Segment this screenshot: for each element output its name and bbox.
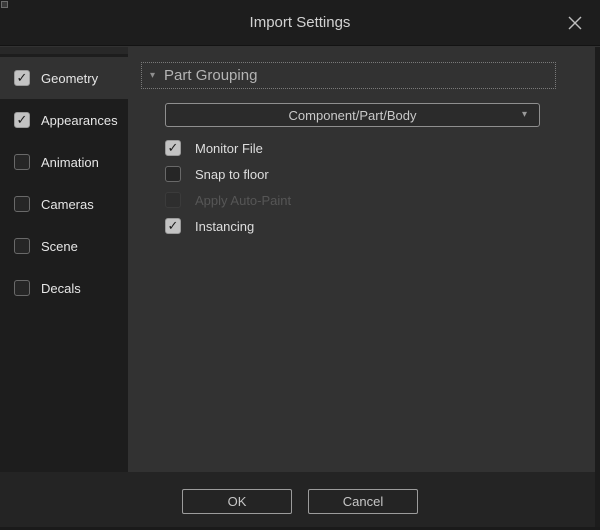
close-icon: [568, 16, 582, 30]
animation-checkbox[interactable]: ✓: [14, 154, 30, 170]
appearances-checkbox[interactable]: ✓: [14, 112, 30, 128]
part-grouping-dropdown[interactable]: Component/Part/Body ▾: [165, 103, 540, 127]
option-label: Monitor File: [195, 141, 263, 156]
option-monitor-file[interactable]: ✓ Monitor File: [165, 135, 291, 161]
dialog-footer: OK Cancel: [0, 472, 600, 530]
import-options: ✓ Monitor File ✓ Snap to floor ✓ Apply A…: [165, 135, 291, 239]
sidebar-item-label: Geometry: [41, 71, 98, 86]
window-right-edge: [595, 47, 600, 530]
title-bar: Import Settings: [0, 0, 600, 46]
sidebar-item-appearances[interactable]: ✓ Appearances: [0, 99, 128, 141]
option-instancing[interactable]: ✓ Instancing: [165, 213, 291, 239]
option-snap-to-floor[interactable]: ✓ Snap to floor: [165, 161, 291, 187]
apply-auto-paint-checkbox: ✓: [165, 192, 181, 208]
sidebar-item-scene[interactable]: ✓ Scene: [0, 225, 128, 267]
ok-button[interactable]: OK: [182, 489, 292, 514]
chevron-down-icon: ▾: [522, 110, 527, 120]
sidebar-item-label: Appearances: [41, 113, 118, 128]
sidebar-item-label: Animation: [41, 155, 99, 170]
check-icon: ✓: [17, 71, 28, 84]
collapse-caret-icon: ▾: [150, 71, 155, 81]
category-list: ✓ Geometry ✓ Appearances ✓ Animation ✓ C…: [0, 57, 128, 309]
window-title: Import Settings: [0, 0, 600, 46]
sidebar-item-geometry[interactable]: ✓ Geometry: [0, 57, 128, 99]
sidebar-item-animation[interactable]: ✓ Animation: [0, 141, 128, 183]
option-label: Apply Auto-Paint: [195, 193, 291, 208]
check-icon: ✓: [168, 219, 179, 232]
cancel-button[interactable]: Cancel: [308, 489, 418, 514]
monitor-file-checkbox[interactable]: ✓: [165, 140, 181, 156]
dropdown-selected-value: Component/Part/Body: [289, 108, 417, 123]
part-grouping-section-header[interactable]: ▾ Part Grouping: [141, 62, 556, 89]
sidebar-item-cameras[interactable]: ✓ Cameras: [0, 183, 128, 225]
category-sidebar: ✓ Geometry ✓ Appearances ✓ Animation ✓ C…: [0, 47, 128, 472]
sidebar-item-label: Cameras: [41, 197, 94, 212]
sidebar-item-label: Scene: [41, 239, 78, 254]
close-button[interactable]: [566, 14, 584, 32]
option-label: Snap to floor: [195, 167, 269, 182]
settings-panel: ▾ Part Grouping Component/Part/Body ▾ ✓ …: [128, 47, 595, 472]
section-title: Part Grouping: [164, 67, 257, 84]
check-icon: ✓: [17, 113, 28, 126]
sidebar-item-decals[interactable]: ✓ Decals: [0, 267, 128, 309]
option-apply-auto-paint: ✓ Apply Auto-Paint: [165, 187, 291, 213]
instancing-checkbox[interactable]: ✓: [165, 218, 181, 234]
sidebar-top-strip: [0, 47, 128, 54]
scene-checkbox[interactable]: ✓: [14, 238, 30, 254]
cameras-checkbox[interactable]: ✓: [14, 196, 30, 212]
sidebar-item-label: Decals: [41, 281, 81, 296]
geometry-checkbox[interactable]: ✓: [14, 70, 30, 86]
option-label: Instancing: [195, 219, 254, 234]
snap-to-floor-checkbox[interactable]: ✓: [165, 166, 181, 182]
decals-checkbox[interactable]: ✓: [14, 280, 30, 296]
check-icon: ✓: [168, 141, 179, 154]
